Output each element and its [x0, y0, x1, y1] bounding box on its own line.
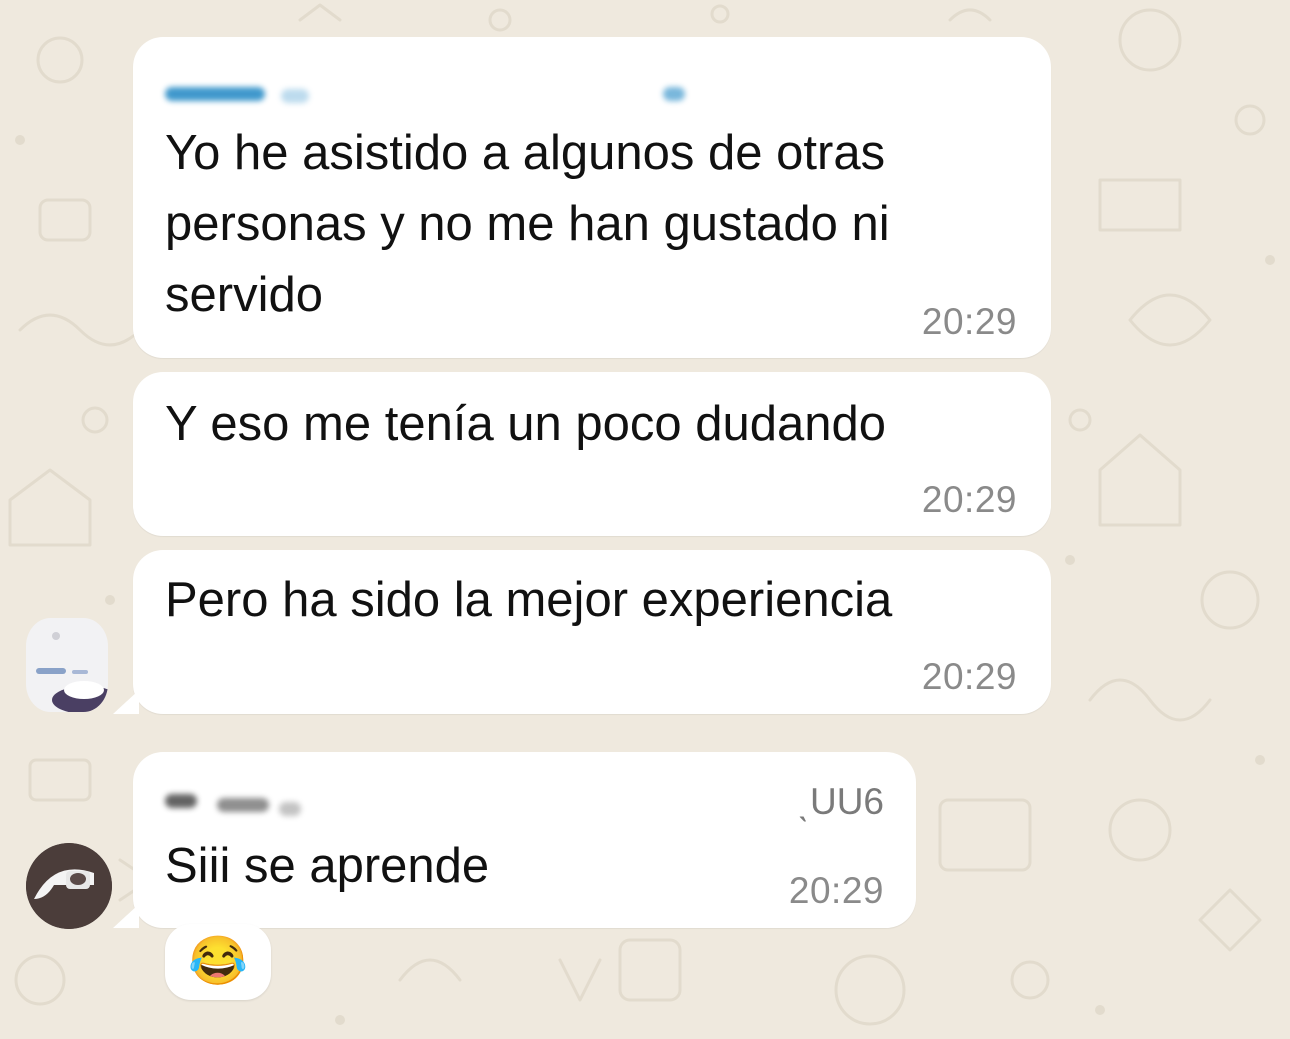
avatar-image — [26, 843, 112, 929]
message-reaction[interactable]: 😂 — [165, 924, 271, 1000]
message-text: Y eso me tenía un poco dudando — [165, 397, 887, 451]
message-text: Siii se aprende — [165, 839, 490, 893]
sender-avatar[interactable] — [26, 843, 112, 929]
avatar-image — [36, 632, 108, 712]
message-timestamp: 20:29 — [788, 870, 884, 911]
message-timestamp: 20:29 — [921, 656, 1017, 697]
bubble-tail — [113, 690, 139, 714]
message-bubble[interactable]: Pero ha sido la mejor experiencia 20:29 — [133, 550, 1051, 714]
bubble-tail — [113, 904, 139, 928]
message-timestamp: 20:29 — [921, 301, 1017, 342]
message-bubble[interactable]: Y eso me tenía un poco dudando 20:29 — [133, 372, 1051, 536]
message-text: Yo he asistido a algunos de otras person… — [165, 126, 890, 322]
message-bubble[interactable]: ˎUU6 Siii se aprende 20:29 — [133, 752, 916, 928]
sender-phone-number: ˎUU6 — [797, 781, 884, 822]
message-bubble[interactable]: Yo he asistido a algunos de otras person… — [133, 37, 1051, 358]
sender-avatar[interactable] — [26, 618, 108, 712]
message-timestamp: 20:29 — [921, 479, 1017, 520]
tears-of-joy-emoji: 😂 — [188, 935, 248, 988]
message-text: Pero ha sido la mejor experiencia — [165, 573, 893, 627]
